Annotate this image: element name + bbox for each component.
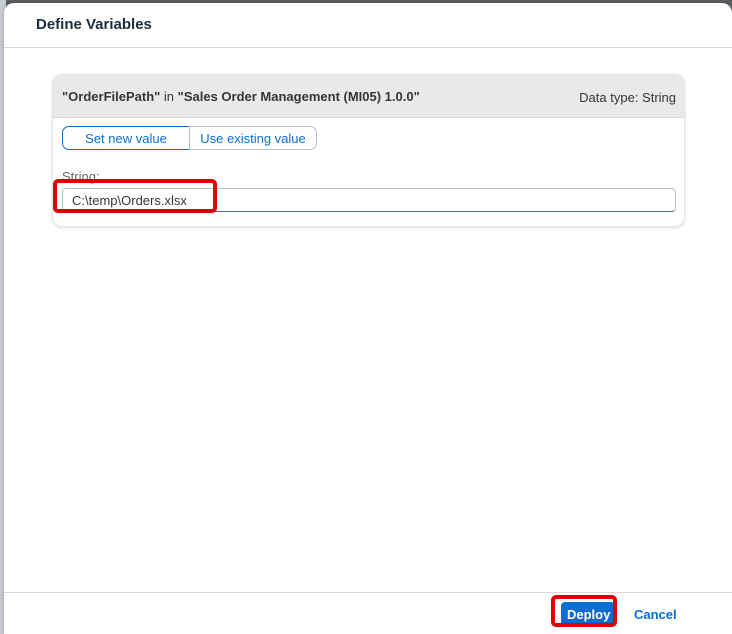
- define-variables-dialog: Define Variables "OrderFilePath" in "Sal…: [4, 3, 732, 634]
- use-existing-value-button[interactable]: Use existing value: [189, 126, 317, 150]
- variable-card-header: "OrderFilePath" in "Sales Order Manageme…: [53, 75, 684, 118]
- set-new-value-button[interactable]: Set new value: [62, 126, 190, 150]
- package-name: "Sales Order Management (MI05) 1.0.0": [177, 89, 420, 104]
- variable-name: "OrderFilePath": [62, 89, 161, 104]
- dialog-header: Define Variables: [4, 3, 732, 48]
- string-field-label: String:: [62, 169, 100, 184]
- variable-card: "OrderFilePath" in "Sales Order Manageme…: [52, 74, 685, 227]
- variable-title: "OrderFilePath" in "Sales Order Manageme…: [62, 89, 420, 104]
- variable-in-text: in: [163, 89, 175, 104]
- string-value-input[interactable]: [62, 188, 676, 212]
- dialog-title: Define Variables: [36, 16, 152, 33]
- deploy-button[interactable]: Deploy: [561, 602, 615, 626]
- dialog-footer: Deploy Cancel: [4, 592, 732, 634]
- cancel-button[interactable]: Cancel: [626, 602, 685, 626]
- data-type-label: Data type: String: [579, 90, 676, 105]
